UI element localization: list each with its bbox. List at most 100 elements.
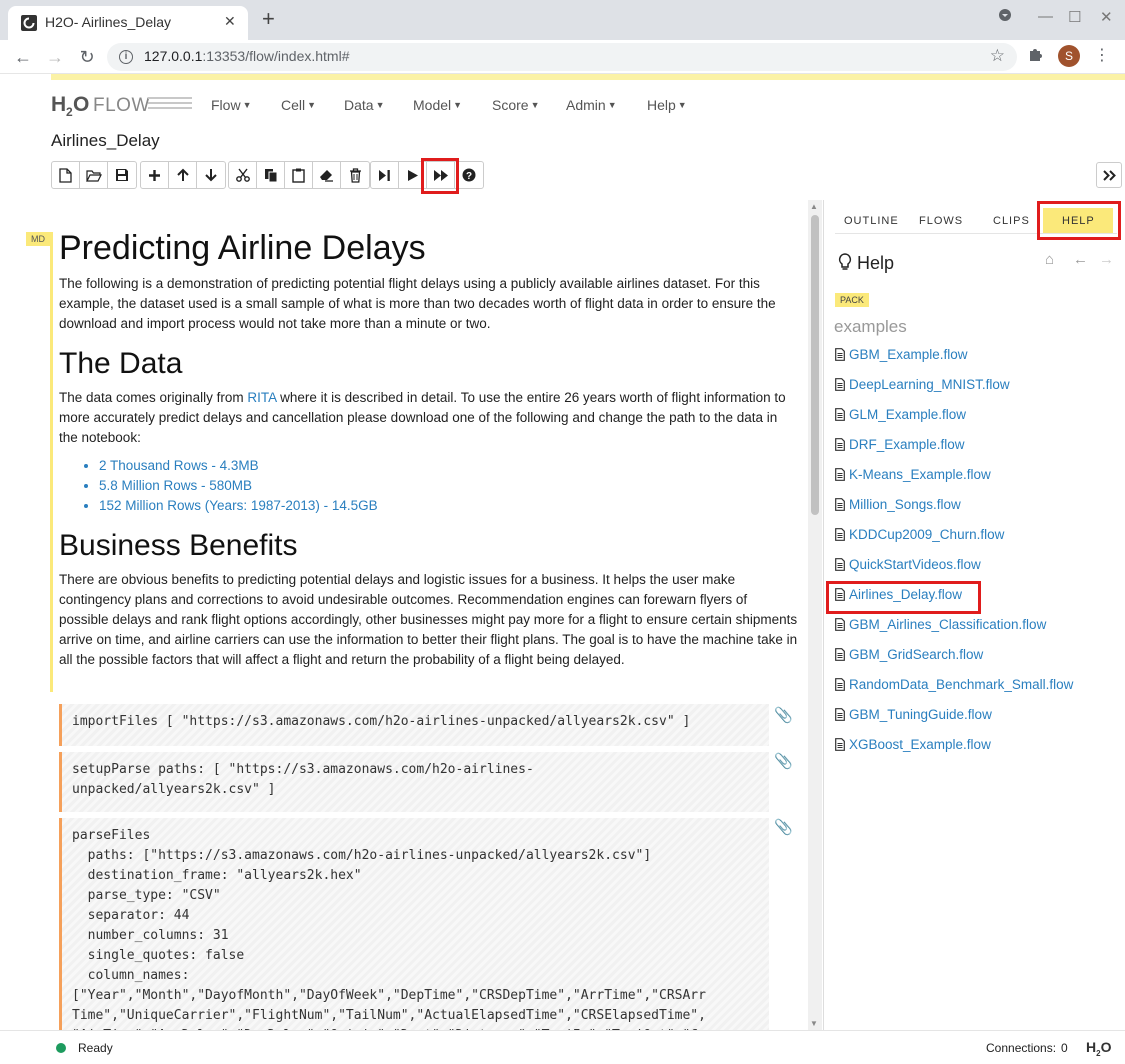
example-flow-link[interactable]: K-Means_Example.flow xyxy=(835,467,991,482)
run-to-cell-icon[interactable] xyxy=(371,162,399,188)
example-flow-link[interactable]: GBM_TuningGuide.flow xyxy=(835,707,992,722)
download-link[interactable]: 152 Million Rows (Years: 1987-2013) - 14… xyxy=(99,496,799,516)
minimize-icon[interactable]: — xyxy=(1038,8,1053,25)
file-icon xyxy=(835,468,845,481)
example-flow-label: K-Means_Example.flow xyxy=(849,467,991,482)
menu-flow[interactable]: Flow ▼ xyxy=(211,97,251,113)
file-icon xyxy=(835,558,845,571)
download-link[interactable]: 5.8 Million Rows - 580MB xyxy=(99,476,799,496)
example-flow-label: XGBoost_Example.flow xyxy=(849,737,991,752)
example-flow-label: RandomData_Benchmark_Small.flow xyxy=(849,677,1074,692)
markdown-cell[interactable]: Predicting Airline Delays The following … xyxy=(59,226,799,670)
toolbar-edit-group xyxy=(228,161,370,189)
menu-data[interactable]: Data ▼ xyxy=(344,97,385,113)
close-window-icon[interactable]: ✕ xyxy=(1100,8,1113,26)
data-heading: The Data xyxy=(59,347,183,380)
delete-trash-icon[interactable] xyxy=(341,162,369,188)
omnibox[interactable]: i 127.0.0.1:13353/flow/index.html# ☆ xyxy=(107,43,1017,71)
example-flow-link[interactable]: GBM_Example.flow xyxy=(835,347,968,362)
code-cell-import[interactable]: importFiles [ "https://s3.amazonaws.com/… xyxy=(59,704,769,746)
notebook-title[interactable]: Airlines_Delay xyxy=(51,131,160,151)
status-bar: Ready Connections: 0 H2O xyxy=(0,1030,1125,1064)
example-flow-label: DRF_Example.flow xyxy=(849,437,965,452)
insert-cell-plus-icon[interactable] xyxy=(141,162,169,188)
example-flow-link[interactable]: GBM_Airlines_Classification.flow xyxy=(835,617,1046,632)
forward-icon[interactable]: → xyxy=(43,45,67,69)
tab-search-icon[interactable] xyxy=(998,8,1012,26)
help-tab-highlight-box xyxy=(1037,201,1121,240)
paperclip-icon[interactable]: 📎 xyxy=(774,706,793,724)
close-tab-icon[interactable]: ✕ xyxy=(224,13,236,30)
back-arrow-icon[interactable]: ← xyxy=(1073,251,1088,268)
profile-avatar[interactable]: S xyxy=(1058,45,1080,67)
tab-clips[interactable]: CLIPS xyxy=(993,215,1030,227)
help-question-icon[interactable]: ? xyxy=(455,162,483,188)
h2o-favicon-icon xyxy=(21,15,37,31)
new-tab-icon[interactable]: + xyxy=(262,8,275,30)
example-flow-link[interactable]: Million_Songs.flow xyxy=(835,497,961,512)
example-flow-link[interactable]: RandomData_Benchmark_Small.flow xyxy=(835,677,1073,692)
home-icon[interactable]: ⌂ xyxy=(1045,251,1054,268)
pack-badge: PACK xyxy=(835,293,869,307)
scrollbar-thumb[interactable] xyxy=(811,215,819,515)
example-flow-link[interactable]: GLM_Example.flow xyxy=(835,407,966,422)
site-info-icon[interactable]: i xyxy=(119,50,133,64)
download-link[interactable]: 2 Thousand Rows - 4.3MB xyxy=(99,456,799,476)
rita-link[interactable]: RITA xyxy=(247,390,276,405)
copy-icon[interactable] xyxy=(257,162,285,188)
code-cell-parse-files[interactable]: parseFiles paths: ["https://s3.amazonaws… xyxy=(59,818,769,1030)
data-paragraph: The data comes originally from RITA wher… xyxy=(59,390,786,445)
maximize-icon[interactable]: ☐ xyxy=(1068,8,1081,26)
notice-bar xyxy=(51,74,1125,80)
tab-outline[interactable]: OUTLINE xyxy=(844,215,899,227)
tab-flows[interactable]: FLOWS xyxy=(919,215,963,227)
move-up-arrow-icon[interactable] xyxy=(169,162,197,188)
example-flow-link[interactable]: QuickStartVideos.flow xyxy=(835,557,981,572)
connections-label: Connections: xyxy=(986,1041,1057,1055)
menu-admin[interactable]: Admin ▼ xyxy=(566,97,617,113)
collapse-sidebar-chevron-icon[interactable] xyxy=(1096,162,1122,188)
benefits-heading: Business Benefits xyxy=(59,529,298,562)
menu-cell[interactable]: Cell ▼ xyxy=(281,97,316,113)
url-text[interactable]: 127.0.0.1:13353/flow/index.html# xyxy=(144,48,349,64)
file-icon xyxy=(835,378,845,391)
paste-clipboard-icon[interactable] xyxy=(285,162,313,188)
cut-scissors-icon[interactable] xyxy=(229,162,257,188)
svg-text:?: ? xyxy=(466,171,472,182)
example-flow-link[interactable]: DeepLearning_MNIST.flow xyxy=(835,377,1010,392)
new-notebook-icon[interactable] xyxy=(52,162,80,188)
example-flow-link[interactable]: XGBoost_Example.flow xyxy=(835,737,991,752)
example-flow-link[interactable]: DRF_Example.flow xyxy=(835,437,965,452)
menu-model[interactable]: Model ▼ xyxy=(413,97,462,113)
example-flow-link[interactable]: KDDCup2009_Churn.flow xyxy=(835,527,1004,542)
examples-title: examples xyxy=(834,317,907,336)
menu-help[interactable]: Help ▼ xyxy=(647,97,687,113)
status-text: Ready xyxy=(78,1041,113,1055)
back-icon[interactable]: ← xyxy=(11,45,35,69)
browser-menu-icon[interactable]: ⋮ xyxy=(1094,45,1110,65)
open-folder-icon[interactable] xyxy=(80,162,108,188)
example-flow-link[interactable]: GBM_GridSearch.flow xyxy=(835,647,983,662)
browser-tab-strip: H2O- Airlines_Delay ✕ + — ☐ ✕ xyxy=(0,0,1125,40)
run-all-highlight-box xyxy=(421,158,459,194)
example-flow-label: Million_Songs.flow xyxy=(849,497,961,512)
markdown-cell-bar[interactable] xyxy=(50,232,53,692)
bookmark-star-icon[interactable]: ☆ xyxy=(990,46,1005,66)
reload-icon[interactable]: ↻ xyxy=(75,45,99,69)
browser-tab[interactable]: H2O- Airlines_Delay ✕ xyxy=(8,6,248,40)
code-cell-setup-parse[interactable]: setupParse paths: [ "https://s3.amazonaw… xyxy=(59,752,769,812)
toolbar-cell-group xyxy=(140,161,226,189)
paperclip-icon[interactable]: 📎 xyxy=(774,818,793,836)
move-down-arrow-icon[interactable] xyxy=(197,162,225,188)
extensions-puzzle-icon[interactable] xyxy=(1028,46,1044,67)
scroll-down-arrow-icon[interactable]: ▼ xyxy=(810,1019,818,1028)
paperclip-icon[interactable]: 📎 xyxy=(774,752,793,770)
clear-eraser-icon[interactable] xyxy=(313,162,341,188)
status-indicator-dot xyxy=(56,1043,66,1053)
forward-arrow-icon[interactable]: → xyxy=(1099,251,1114,268)
save-icon[interactable] xyxy=(108,162,136,188)
scroll-up-arrow-icon[interactable]: ▲ xyxy=(810,202,818,211)
benefits-paragraph: There are obvious benefits to predicting… xyxy=(59,572,798,667)
notebook-area: MD Predicting Airline Delays The followi… xyxy=(0,200,822,1030)
menu-score[interactable]: Score ▼ xyxy=(492,97,540,113)
